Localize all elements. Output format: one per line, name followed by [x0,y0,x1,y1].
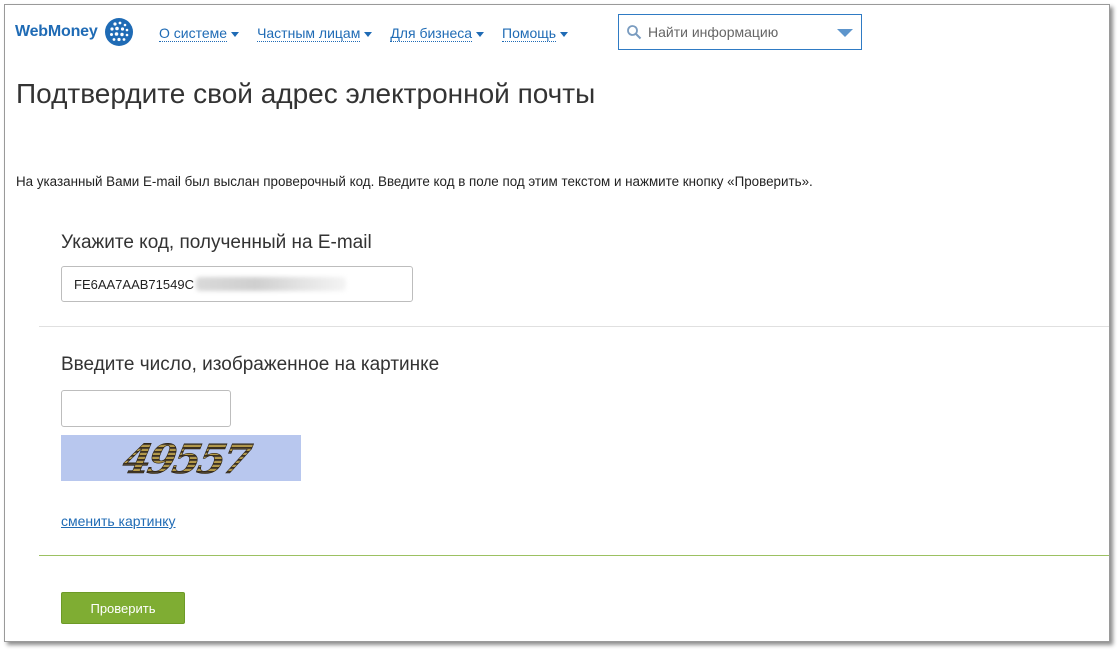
main-nav: О системе Частным лицам Для бизнеса Помо… [159,25,586,42]
captcha-image: 49557 [61,435,301,481]
verify-button[interactable]: Проверить [61,592,185,624]
nav-individuals[interactable]: Частным лицам [257,25,373,42]
search-box [618,14,862,50]
code-label: Укажите код, полученный на E-mail [61,232,372,253]
page-title: Подтвердите свой адрес электронной почты [16,78,596,109]
email-code-field[interactable]: FE6AA7AAB71549C [61,266,413,302]
blurred-code-part [195,277,346,291]
nav-about-system[interactable]: О системе [159,25,240,42]
nav-individuals-label: Частным лицам [257,25,361,42]
nav-help[interactable]: Помощь [502,25,569,42]
logo[interactable]: WebMoney [15,17,134,47]
logo-text: WebMoney [15,23,98,40]
chevron-down-icon [560,31,569,37]
header: WebMoney О системе Частным лицам Для биз… [5,5,1109,67]
page-frame: WebMoney О системе Частным лицам Для биз… [4,4,1110,642]
email-code-value: FE6AA7AAB71549C [74,276,194,292]
nav-help-label: Помощь [502,25,557,42]
change-captcha-link[interactable]: сменить картинку [61,513,176,529]
captcha-label: Введите число, изображенное на картинке [61,354,440,375]
search-dropdown-icon[interactable] [837,29,853,37]
captcha-input[interactable] [61,390,231,427]
search-input[interactable] [646,23,830,41]
search-icon [627,25,642,40]
section-divider [39,326,1109,327]
intro-text: На указанный Вами E-mail был выслан пров… [16,174,813,189]
chevron-down-icon [476,31,485,37]
nav-business[interactable]: Для бизнеса [390,25,485,42]
chevron-down-icon [231,31,240,37]
submit-divider [39,555,1109,556]
nav-business-label: Для бизнеса [390,25,473,42]
chevron-down-icon [364,31,373,37]
captcha-graphic: 49557 [118,435,256,481]
captcha-text: 49557 [119,435,256,481]
webmoney-globe-icon [104,18,133,46]
nav-about-system-label: О системе [159,25,228,42]
